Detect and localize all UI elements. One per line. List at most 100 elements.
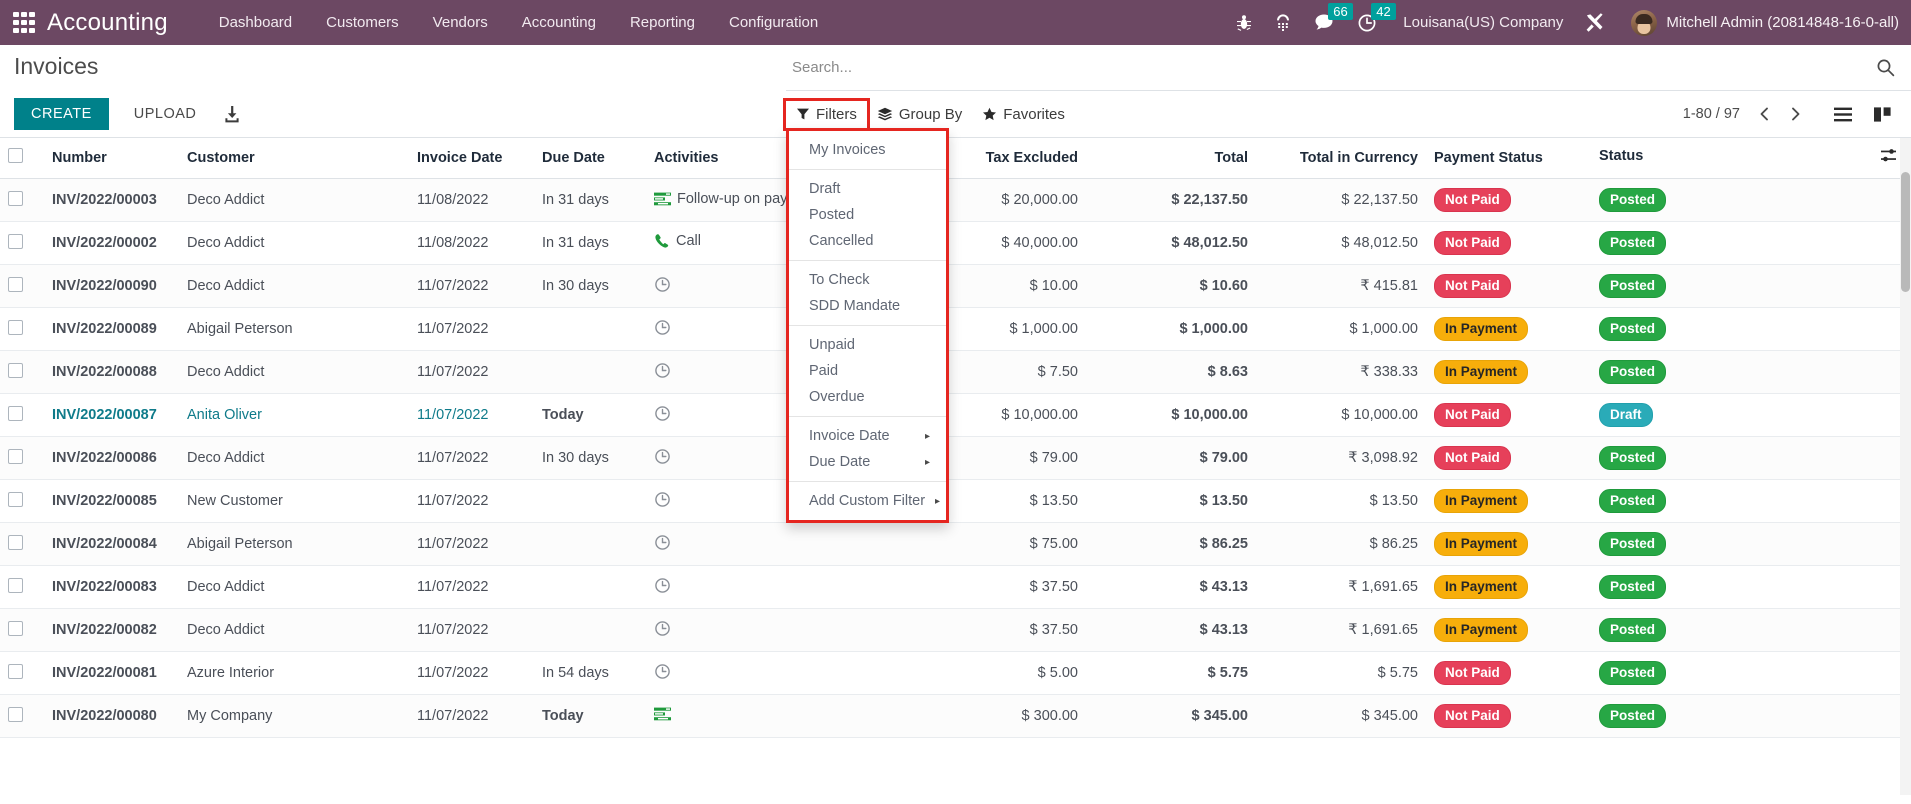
table-row[interactable]: INV/2022/00082Deco Addict11/07/2022$ 37.…	[0, 609, 1911, 652]
list-lines-icon[interactable]	[654, 707, 671, 721]
filter-item-invoice-date[interactable]: Invoice Date ▸	[789, 423, 946, 449]
filter-item-due-date[interactable]: Due Date ▸	[789, 449, 946, 475]
app-brand-accounting[interactable]: Accounting	[47, 9, 168, 37]
table-row[interactable]: INV/2022/00089Abigail Peterson11/07/2022…	[0, 308, 1911, 351]
table-row[interactable]: INV/2022/00086Deco Addict11/07/2022In 30…	[0, 437, 1911, 480]
row-checkbox-cell[interactable]	[0, 308, 44, 351]
select-all-cell[interactable]	[0, 138, 44, 179]
create-button[interactable]: CREATE	[14, 98, 109, 130]
filter-item-posted[interactable]: Posted	[789, 202, 946, 228]
clock-icon[interactable]	[654, 491, 671, 508]
clock-icon[interactable]	[654, 577, 671, 594]
row-checkbox-cell[interactable]	[0, 265, 44, 308]
group-by-button[interactable]: Group By	[867, 101, 972, 128]
nav-menu-configuration[interactable]: Configuration	[712, 0, 835, 45]
row-checkbox[interactable]	[8, 277, 23, 292]
row-checkbox[interactable]	[8, 320, 23, 335]
filter-item-to-check[interactable]: To Check	[789, 267, 946, 293]
column-header-status[interactable]: Status	[1591, 138, 1911, 179]
clock-icon[interactable]	[654, 620, 671, 637]
table-row[interactable]: INV/2022/00087Anita Oliver11/07/2022Toda…	[0, 394, 1911, 437]
select-all-checkbox[interactable]	[8, 148, 23, 163]
row-checkbox[interactable]	[8, 664, 23, 679]
cell-activities[interactable]	[646, 523, 916, 566]
table-row[interactable]: INV/2022/00080My Company11/07/2022Today$…	[0, 695, 1911, 738]
filter-item-overdue[interactable]: Overdue	[789, 384, 946, 410]
row-checkbox[interactable]	[8, 578, 23, 593]
apps-grid-icon[interactable]	[13, 12, 35, 34]
avatar[interactable]	[1631, 10, 1657, 36]
activities-counter[interactable]: 42	[1357, 13, 1377, 33]
nav-menu-vendors[interactable]: Vendors	[416, 0, 505, 45]
search-input[interactable]: Search...	[786, 59, 1876, 76]
nav-menu-dashboard[interactable]: Dashboard	[202, 0, 309, 45]
filter-item-draft[interactable]: Draft	[789, 176, 946, 202]
filters-button[interactable]: Filters	[786, 101, 867, 128]
row-checkbox[interactable]	[8, 707, 23, 722]
clock-icon[interactable]	[654, 276, 671, 293]
favorites-button[interactable]: Favorites	[972, 101, 1075, 128]
clock-icon[interactable]	[654, 448, 671, 465]
row-checkbox-cell[interactable]	[0, 480, 44, 523]
row-checkbox[interactable]	[8, 492, 23, 507]
clock-icon[interactable]	[654, 534, 671, 551]
row-checkbox[interactable]	[8, 363, 23, 378]
table-row[interactable]: INV/2022/00003Deco Addict11/08/2022In 31…	[0, 179, 1911, 222]
column-header-total[interactable]: Total	[1086, 138, 1256, 179]
nav-menu-reporting[interactable]: Reporting	[613, 0, 712, 45]
phone-dialpad-icon[interactable]	[1274, 14, 1292, 32]
messages-counter[interactable]: 66	[1314, 13, 1334, 32]
scrollbar-thumb[interactable]	[1901, 172, 1910, 292]
row-checkbox[interactable]	[8, 621, 23, 636]
row-checkbox-cell[interactable]	[0, 609, 44, 652]
row-checkbox-cell[interactable]	[0, 566, 44, 609]
row-checkbox-cell[interactable]	[0, 179, 44, 222]
pager-next-button[interactable]	[1781, 103, 1810, 125]
wrench-screwdriver-icon[interactable]	[1584, 12, 1606, 34]
row-checkbox[interactable]	[8, 191, 23, 206]
row-checkbox-cell[interactable]	[0, 351, 44, 394]
row-checkbox-cell[interactable]	[0, 652, 44, 695]
row-checkbox-cell[interactable]	[0, 523, 44, 566]
column-header-number[interactable]: Number	[44, 138, 179, 179]
search-icon[interactable]	[1876, 58, 1895, 77]
filter-item-add-custom-filter[interactable]: Add Custom Filter ▸	[789, 488, 946, 514]
row-checkbox-cell[interactable]	[0, 695, 44, 738]
column-header-payment-status[interactable]: Payment Status	[1426, 138, 1591, 179]
search-bar[interactable]: Search...	[786, 45, 1911, 91]
row-checkbox-cell[interactable]	[0, 437, 44, 480]
row-checkbox-cell[interactable]	[0, 222, 44, 265]
nav-menu-customers[interactable]: Customers	[309, 0, 416, 45]
cell-activities[interactable]	[646, 695, 916, 738]
filter-item-unpaid[interactable]: Unpaid	[789, 332, 946, 358]
table-vertical-scrollbar[interactable]	[1900, 138, 1911, 795]
column-settings-icon[interactable]	[1880, 148, 1897, 167]
upload-button[interactable]: UPLOAD	[122, 98, 209, 130]
nav-menu-accounting[interactable]: Accounting	[505, 0, 613, 45]
table-row[interactable]: INV/2022/00083Deco Addict11/07/2022$ 37.…	[0, 566, 1911, 609]
cell-activities[interactable]	[646, 652, 916, 695]
user-menu[interactable]: Mitchell Admin (20814848-16-0-all)	[1666, 14, 1899, 31]
cell-activities[interactable]	[646, 609, 916, 652]
column-header-due-date[interactable]: Due Date	[534, 138, 646, 179]
row-checkbox[interactable]	[8, 449, 23, 464]
filter-item-my-invoices[interactable]: My Invoices	[789, 137, 946, 163]
pager-previous-button[interactable]	[1750, 103, 1779, 125]
row-checkbox[interactable]	[8, 234, 23, 249]
row-checkbox-cell[interactable]	[0, 394, 44, 437]
company-selector[interactable]: Louisana(US) Company	[1403, 14, 1563, 31]
table-row[interactable]: INV/2022/00084Abigail Peterson11/07/2022…	[0, 523, 1911, 566]
cell-activities[interactable]	[646, 566, 916, 609]
table-row[interactable]: INV/2022/00081Azure Interior11/07/2022In…	[0, 652, 1911, 695]
import-download-icon[interactable]	[222, 104, 242, 124]
bug-icon[interactable]	[1236, 14, 1252, 32]
clock-icon[interactable]	[654, 362, 671, 379]
filter-item-cancelled[interactable]: Cancelled	[789, 228, 946, 254]
row-checkbox[interactable]	[8, 406, 23, 421]
list-view-icon[interactable]	[1824, 102, 1862, 127]
row-checkbox[interactable]	[8, 535, 23, 550]
column-header-total-in-currency[interactable]: Total in Currency	[1256, 138, 1426, 179]
clock-icon[interactable]	[654, 663, 671, 680]
table-row[interactable]: INV/2022/00090Deco Addict11/07/2022In 30…	[0, 265, 1911, 308]
column-header-invoice-date[interactable]: Invoice Date	[409, 138, 534, 179]
